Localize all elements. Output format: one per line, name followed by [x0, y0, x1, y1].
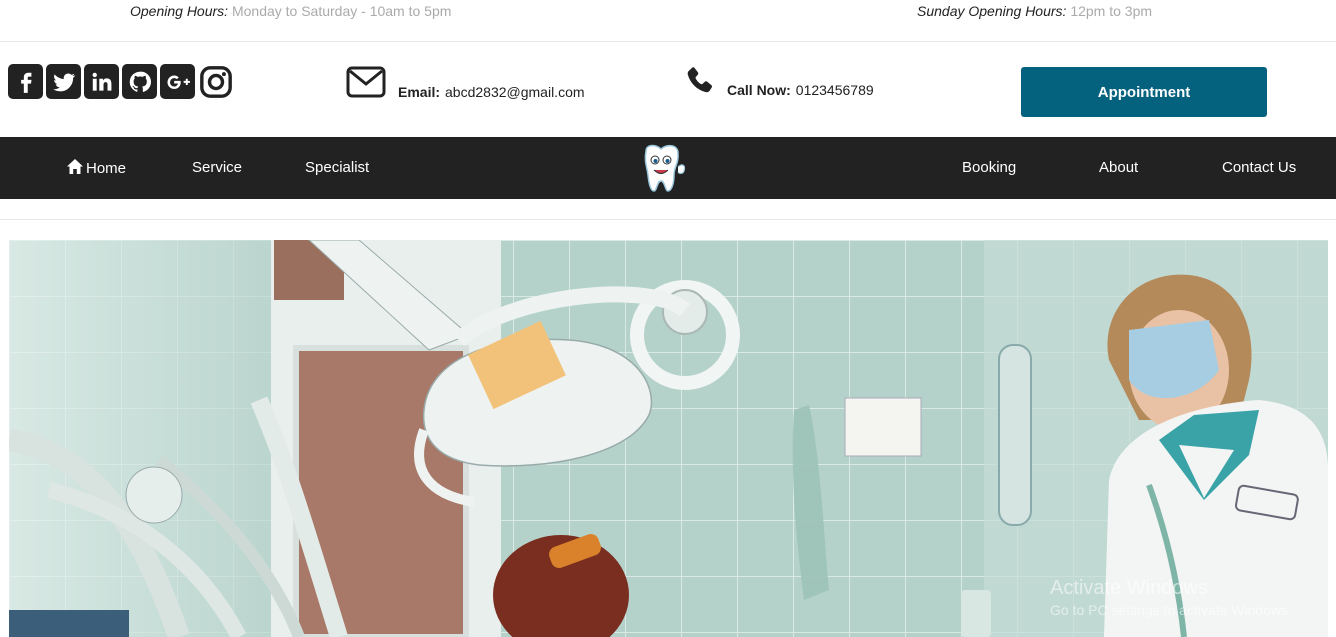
sunday-hours-label: Sunday Opening Hours:	[917, 3, 1067, 19]
nav-home[interactable]: Home	[67, 159, 126, 178]
email-label: Email:	[398, 83, 441, 100]
phone-contact: Call Now: 0123456789	[683, 64, 874, 101]
top-info-bar: Opening Hours: Monday to Saturday - 10am…	[0, 0, 1336, 42]
phone-label: Call Now:	[727, 81, 791, 98]
envelope-icon	[346, 66, 386, 101]
watermark-subtitle: Go to PC settings to activate Windows.	[1050, 602, 1292, 618]
divider	[0, 219, 1336, 220]
email-value[interactable]: abcd2832@gmail.com	[445, 84, 585, 100]
nav-contact-us[interactable]: Contact Us	[1222, 159, 1296, 176]
phone-value[interactable]: 0123456789	[796, 82, 874, 98]
email-contact: Email: abcd2832@gmail.com	[346, 66, 585, 101]
nav-specialist[interactable]: Specialist	[305, 159, 369, 176]
phone-icon	[683, 64, 717, 101]
home-icon	[67, 159, 83, 178]
weekday-hours-value: Monday to Saturday - 10am to 5pm	[231, 3, 452, 19]
weekday-hours-label: Opening Hours:	[130, 3, 229, 19]
activate-windows-watermark: Activate Windows Go to PC settings to ac…	[1050, 577, 1292, 618]
watermark-title: Activate Windows	[1050, 577, 1208, 599]
google-plus-icon[interactable]	[160, 64, 195, 99]
linkedin-icon[interactable]	[84, 64, 119, 99]
sunday-hours-value: 12pm to 3pm	[1070, 3, 1153, 19]
weekday-hours: Opening Hours: Monday to Saturday - 10am…	[130, 3, 451, 19]
tooth-logo[interactable]	[634, 141, 688, 195]
nav-booking[interactable]: Booking	[962, 159, 1016, 176]
instagram-icon[interactable]	[198, 64, 233, 99]
main-nav: Home Service Specialist Booking About Co…	[0, 137, 1336, 199]
nav-home-label: Home	[86, 160, 127, 177]
sunday-hours: Sunday Opening Hours: 12pm to 3pm	[917, 3, 1152, 19]
social-links	[8, 64, 233, 99]
github-icon[interactable]	[122, 64, 157, 99]
nav-service[interactable]: Service	[192, 159, 242, 176]
nav-about[interactable]: About	[1099, 159, 1138, 176]
facebook-icon[interactable]	[8, 64, 43, 99]
header: Email: abcd2832@gmail.com Call Now: 012345…	[0, 42, 1336, 137]
appointment-button[interactable]: Appointment	[1021, 67, 1267, 117]
twitter-icon[interactable]	[46, 64, 81, 99]
